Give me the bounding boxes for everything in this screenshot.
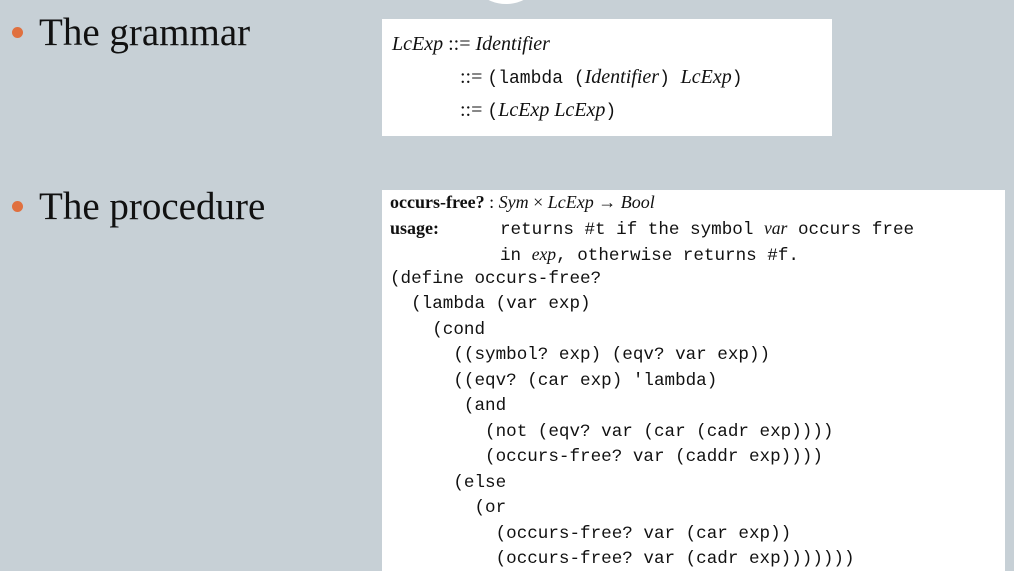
usage-line-1: returns #t if the symbol var occurs free — [500, 218, 914, 240]
usage-text: , otherwise returns #f. — [556, 246, 799, 266]
procedure-signature: occurs-free? : Sym × LcExp → Bool — [390, 192, 655, 213]
grammar-code: (lambda ( — [487, 69, 585, 89]
grammar-rhs: Identifier — [475, 33, 550, 55]
signature-lcexp: LcExp — [547, 192, 594, 212]
grammar-op: ::= — [443, 33, 476, 55]
usage-line-2: in exp, otherwise returns #f. — [500, 244, 799, 266]
grammar-lhs: LcExp — [392, 33, 444, 55]
code-line: (and — [390, 396, 507, 416]
signature-arrow: → — [593, 192, 621, 212]
top-decoration — [466, 0, 546, 4]
code-line: (cond — [390, 320, 486, 340]
grammar-op: ::= — [460, 66, 488, 88]
grammar-code: ) — [731, 69, 743, 89]
grammar-lcexp: LcExp — [554, 99, 606, 121]
code-line: (define occurs-free? — [390, 269, 602, 289]
code-line: (occurs-free? var (caddr exp)))) — [390, 447, 823, 467]
bullet-grammar: The grammar — [12, 10, 250, 55]
grammar-op: ::= — [460, 99, 488, 121]
bullet-procedure: The procedure — [12, 184, 265, 229]
usage-label: usage: — [390, 218, 439, 238]
usage-var: var — [763, 218, 788, 238]
code-line: (occurs-free? var (cadr exp))))))) — [390, 549, 855, 569]
grammar-box: LcExp ::= Identifier ::= (lambda (Identi… — [382, 19, 832, 136]
signature-sym: Sym — [498, 192, 529, 212]
grammar-lcexp: LcExp — [680, 66, 732, 88]
grammar-line-3: ::= (LcExp LcExp) — [460, 99, 616, 122]
grammar-identifier: Identifier — [584, 66, 660, 88]
code-line: (or — [390, 498, 507, 518]
grammar-code: ) — [659, 69, 681, 89]
code-line: ((eqv? (car exp) 'lambda) — [390, 371, 718, 391]
bullet-dot-icon — [12, 27, 23, 38]
grammar-lcexp: LcExp — [498, 99, 550, 121]
bullet-dot-icon — [12, 201, 23, 212]
usage-label-line: usage: — [390, 218, 439, 239]
grammar-code: ) — [605, 102, 617, 122]
code-line: (lambda (var exp) — [390, 294, 591, 314]
usage-text: returns #t if the symbol — [500, 220, 764, 240]
bullet-grammar-label: The grammar — [39, 11, 251, 54]
grammar-line-1: LcExp ::= Identifier — [392, 33, 550, 56]
code-line: (not (eqv? var (car (cadr exp)))) — [390, 422, 834, 442]
code-line: (else — [390, 473, 507, 493]
usage-text: occurs free — [787, 220, 915, 240]
grammar-code: ( — [487, 102, 499, 122]
signature-name: occurs-free? — [390, 192, 485, 212]
code-line: ((symbol? exp) (eqv? var exp)) — [390, 345, 771, 365]
signature-times: × — [528, 192, 548, 212]
signature-bool: Bool — [620, 192, 655, 212]
signature-colon: : — [484, 192, 499, 212]
bullet-procedure-label: The procedure — [39, 185, 266, 228]
code-line: (occurs-free? var (car exp)) — [390, 524, 792, 544]
usage-text: in — [500, 246, 532, 266]
grammar-line-2: ::= (lambda (Identifier) LcExp) — [460, 66, 743, 89]
usage-exp: exp — [531, 244, 557, 264]
procedure-box: occurs-free? : Sym × LcExp → Bool usage:… — [382, 190, 1005, 571]
